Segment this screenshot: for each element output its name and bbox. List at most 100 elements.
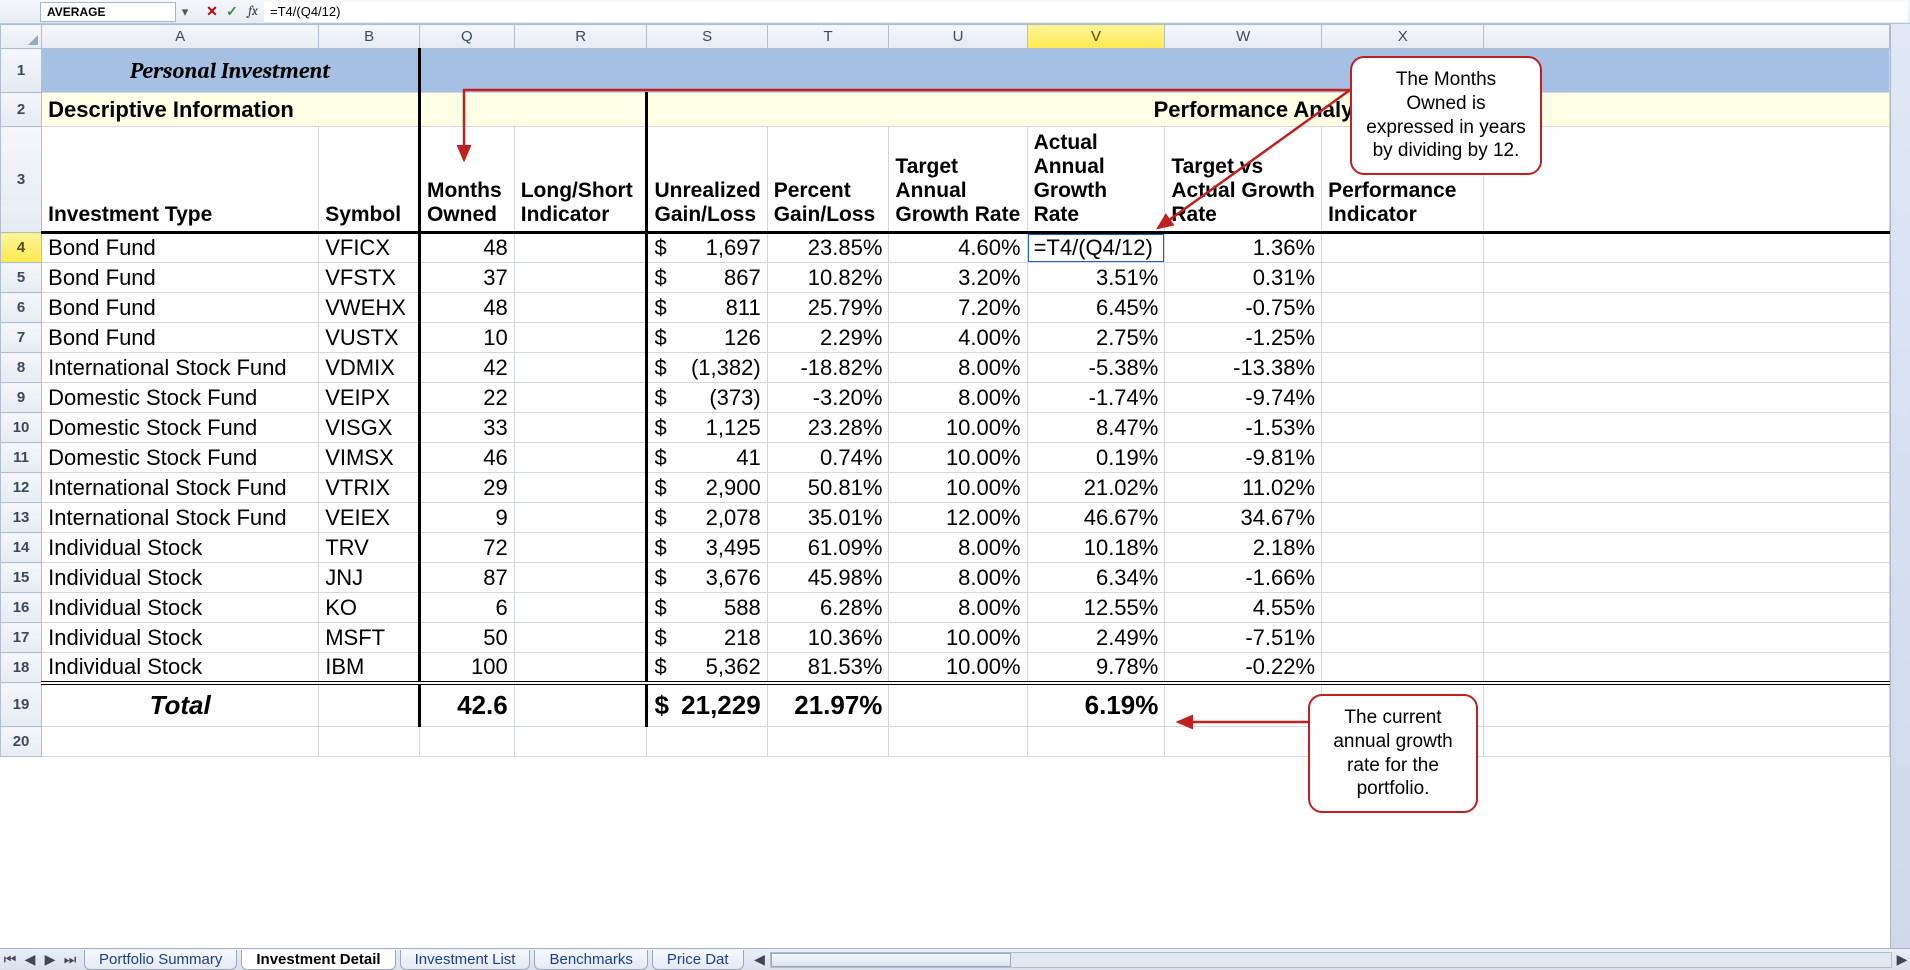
cell-extra[interactable] bbox=[1484, 443, 1890, 473]
header-V[interactable]: Actual Annual Growth Rate bbox=[1027, 127, 1165, 233]
cell-pi[interactable] bbox=[1322, 473, 1484, 503]
cell-ls[interactable] bbox=[514, 473, 647, 503]
cell-target[interactable]: 8.00% bbox=[889, 383, 1027, 413]
cell-pi[interactable] bbox=[1322, 323, 1484, 353]
cell-ls[interactable] bbox=[514, 263, 647, 293]
row-head-7[interactable]: 7 bbox=[1, 323, 42, 353]
col-head-U[interactable]: U bbox=[889, 25, 1027, 49]
cell-type[interactable]: Individual Stock bbox=[42, 593, 319, 623]
sheet-tab-price-dat[interactable]: Price Dat bbox=[652, 950, 744, 970]
cell-gainloss[interactable]: $811 bbox=[647, 293, 767, 323]
cell-pi[interactable] bbox=[1322, 563, 1484, 593]
cell-symbol[interactable]: IBM bbox=[319, 653, 420, 683]
cell-pi[interactable] bbox=[1322, 443, 1484, 473]
cell-type[interactable]: Bond Fund bbox=[42, 323, 319, 353]
cell-extra[interactable] bbox=[1484, 293, 1890, 323]
cell-months[interactable]: 33 bbox=[419, 413, 514, 443]
row-head-8[interactable]: 8 bbox=[1, 353, 42, 383]
worksheet-grid[interactable]: ABQRSTUVWX1Personal Investment2Descripti… bbox=[0, 24, 1890, 948]
cell-symbol[interactable]: VEIPX bbox=[319, 383, 420, 413]
cell-ls[interactable] bbox=[514, 413, 647, 443]
header-R[interactable]: Long/Short Indicator bbox=[514, 127, 647, 233]
cell-extra[interactable] bbox=[1484, 413, 1890, 443]
header-W[interactable]: Target vs Actual Growth Rate bbox=[1165, 127, 1322, 233]
header-U[interactable]: Target Annual Growth Rate bbox=[889, 127, 1027, 233]
total-gl[interactable]: $21,229 bbox=[647, 683, 767, 727]
cell-ls[interactable] bbox=[514, 533, 647, 563]
cell-target[interactable]: 4.00% bbox=[889, 323, 1027, 353]
cell-gainloss[interactable]: $3,676 bbox=[647, 563, 767, 593]
cell-type[interactable]: Domestic Stock Fund bbox=[42, 443, 319, 473]
cell-ls[interactable] bbox=[514, 323, 647, 353]
cell-actual[interactable]: 2.49% bbox=[1027, 623, 1165, 653]
col-head-extra[interactable] bbox=[1484, 25, 1890, 49]
cell-pct[interactable]: 6.28% bbox=[767, 593, 889, 623]
cell-symbol[interactable]: KO bbox=[319, 593, 420, 623]
cell-pct[interactable]: 23.28% bbox=[767, 413, 889, 443]
cell-symbol[interactable]: VEIEX bbox=[319, 503, 420, 533]
row-head-12[interactable]: 12 bbox=[1, 473, 42, 503]
row-head-13[interactable]: 13 bbox=[1, 503, 42, 533]
title-cell[interactable]: Personal Investment bbox=[42, 49, 420, 93]
tab-nav-first-icon[interactable]: ⏮ bbox=[1, 951, 19, 969]
cell-ls[interactable] bbox=[514, 293, 647, 323]
total-months[interactable]: 42.6 bbox=[419, 683, 514, 727]
cell-tva[interactable]: -13.38% bbox=[1165, 353, 1322, 383]
cell-actual[interactable]: 21.02% bbox=[1027, 473, 1165, 503]
cell-actual[interactable]: 9.78% bbox=[1027, 653, 1165, 683]
section-right[interactable]: Performance Analysis bbox=[647, 93, 1890, 127]
cell-ls[interactable] bbox=[514, 353, 647, 383]
cell-tva[interactable]: -1.53% bbox=[1165, 413, 1322, 443]
cell-target[interactable]: 10.00% bbox=[889, 653, 1027, 683]
cell-extra[interactable] bbox=[1484, 563, 1890, 593]
cell-target[interactable]: 7.20% bbox=[889, 293, 1027, 323]
cell-target[interactable]: 10.00% bbox=[889, 443, 1027, 473]
sheet-tab-portfolio-summary[interactable]: Portfolio Summary bbox=[84, 950, 237, 970]
cell-extra[interactable] bbox=[1484, 473, 1890, 503]
row-head-2[interactable]: 2 bbox=[1, 93, 42, 127]
cell-months[interactable]: 87 bbox=[419, 563, 514, 593]
cell-gainloss[interactable]: $126 bbox=[647, 323, 767, 353]
cell-symbol[interactable]: TRV bbox=[319, 533, 420, 563]
cell-target[interactable]: 8.00% bbox=[889, 563, 1027, 593]
cell-pct[interactable]: 10.82% bbox=[767, 263, 889, 293]
cell-extra[interactable] bbox=[1484, 503, 1890, 533]
row-head-15[interactable]: 15 bbox=[1, 563, 42, 593]
cell-months[interactable]: 22 bbox=[419, 383, 514, 413]
col-head-W[interactable]: W bbox=[1165, 25, 1322, 49]
col-head-X[interactable]: X bbox=[1322, 25, 1484, 49]
cell-symbol[interactable]: VISGX bbox=[319, 413, 420, 443]
header-extra[interactable] bbox=[1484, 127, 1890, 233]
cell-pct[interactable]: 0.74% bbox=[767, 443, 889, 473]
row-head-5[interactable]: 5 bbox=[1, 263, 42, 293]
cell-type[interactable]: Individual Stock bbox=[42, 533, 319, 563]
cell-ls[interactable] bbox=[514, 623, 647, 653]
cell-extra[interactable] bbox=[1484, 623, 1890, 653]
cell-pi[interactable] bbox=[1322, 263, 1484, 293]
cell-pi[interactable] bbox=[1322, 623, 1484, 653]
cell-pct[interactable]: 2.29% bbox=[767, 323, 889, 353]
total-pct[interactable]: 21.97% bbox=[767, 683, 889, 727]
cell-pct[interactable]: -3.20% bbox=[767, 383, 889, 413]
cell-target[interactable]: 12.00% bbox=[889, 503, 1027, 533]
cell-months[interactable]: 29 bbox=[419, 473, 514, 503]
cell-tva[interactable]: 34.67% bbox=[1165, 503, 1322, 533]
cell-pi[interactable] bbox=[1322, 533, 1484, 563]
cell-actual[interactable]: 12.55% bbox=[1027, 593, 1165, 623]
row-head-11[interactable]: 11 bbox=[1, 443, 42, 473]
cell-symbol[interactable]: VDMIX bbox=[319, 353, 420, 383]
section-left[interactable]: Descriptive Information bbox=[42, 93, 420, 127]
cell-tva[interactable]: -9.81% bbox=[1165, 443, 1322, 473]
cell-gainloss[interactable]: $588 bbox=[647, 593, 767, 623]
cell-actual[interactable]: 10.18% bbox=[1027, 533, 1165, 563]
cell-months[interactable]: 72 bbox=[419, 533, 514, 563]
cell-ls[interactable] bbox=[514, 233, 647, 263]
total-actual[interactable]: 6.19% bbox=[1027, 683, 1165, 727]
cell-gainloss[interactable]: $(373) bbox=[647, 383, 767, 413]
cell-pct[interactable]: 45.98% bbox=[767, 563, 889, 593]
cell-tva[interactable]: 4.55% bbox=[1165, 593, 1322, 623]
cell-pi[interactable] bbox=[1322, 593, 1484, 623]
cell-target[interactable]: 10.00% bbox=[889, 413, 1027, 443]
cell-pct[interactable]: -18.82% bbox=[767, 353, 889, 383]
sheet-tab-investment-detail[interactable]: Investment Detail bbox=[241, 950, 395, 970]
